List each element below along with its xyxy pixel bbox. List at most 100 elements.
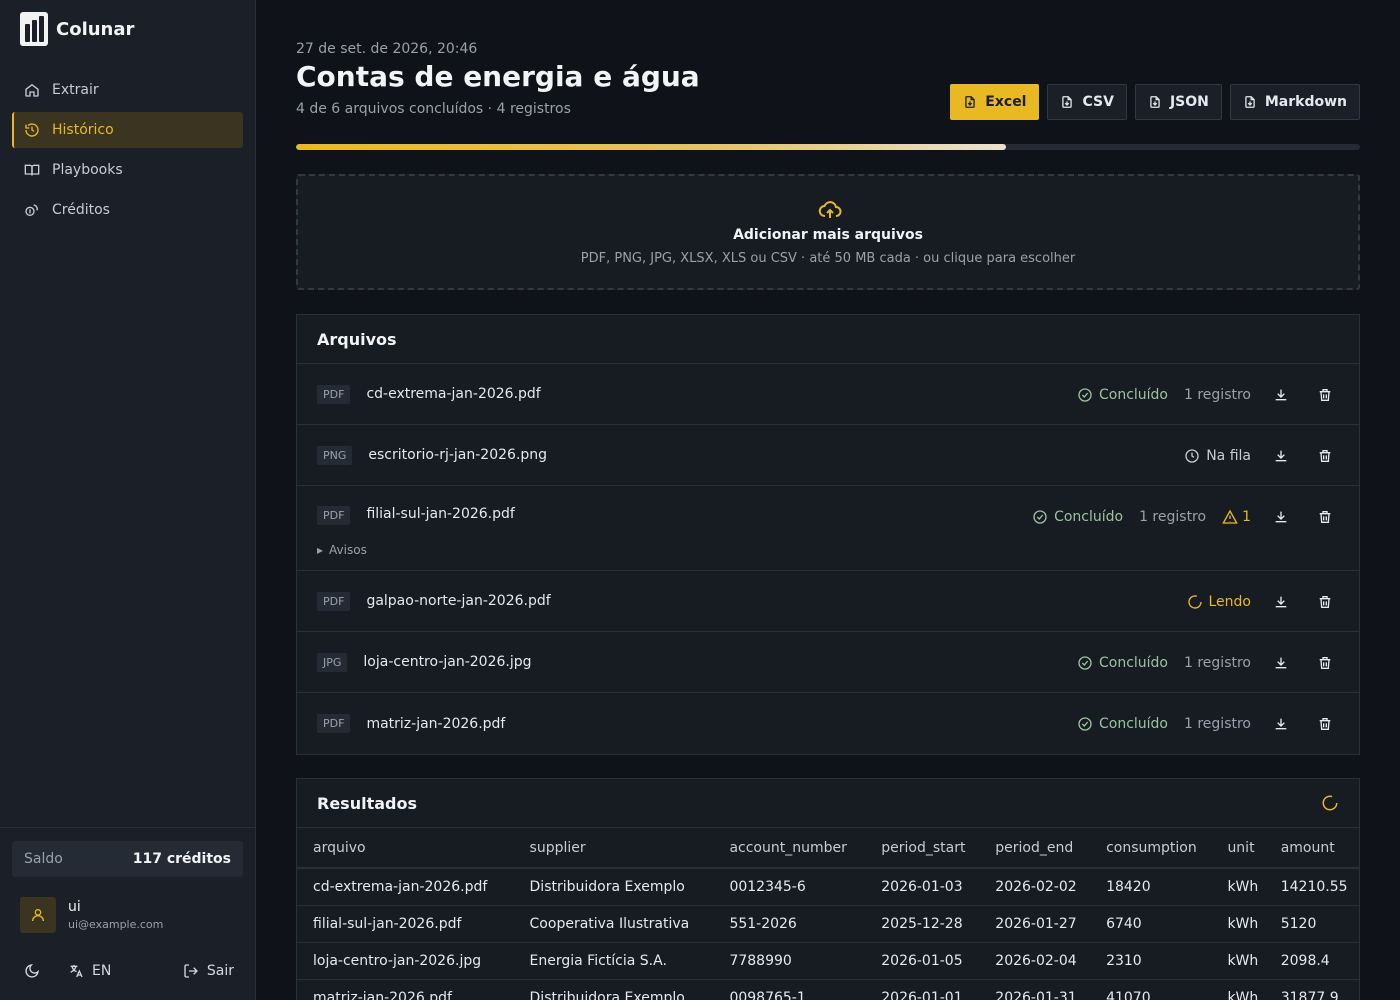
logout-icon [184,964,198,978]
download-file-button[interactable] [1267,442,1295,470]
trash-icon [1317,655,1333,671]
file-actions: Lendo [1187,571,1340,632]
table-cell: 2026-01-31 [979,979,1091,1000]
export-excel-label: Excel [985,94,1027,110]
table-row: loja-centro-jan-2026.jpg Energia Fictícia… [297,942,1359,980]
table-cell: 6740 [1090,905,1212,943]
file-row: PNG escritorio-rj-jan-2026.png Na fila [297,425,1359,486]
delete-file-button[interactable] [1311,649,1339,677]
batch-summary: 4 de 6 arquivos concluídos · 4 registros [296,101,571,117]
table-row: matriz-jan-2026.pdf Distribuidora Exemplo… [297,979,1359,1000]
table-cell: 2026-01-27 [979,905,1091,943]
table-cell: 2098.4 [1264,942,1359,980]
file-status-label: Concluído [1098,386,1168,403]
check-circle-icon [1077,655,1093,671]
balance[interactable]: Saldo 117 créditos [12,841,243,877]
column-header[interactable]: unit [1211,828,1265,869]
table-cell: 41070 [1090,979,1212,1000]
user-icon [32,909,44,922]
sidebar-item-creditos[interactable]: Créditos [12,192,243,228]
batch-progress-fill [296,144,1006,150]
page-title: Contas de energia e água [296,60,700,93]
moon-icon[interactable] [24,963,40,979]
file-actions: Concluído 1 registro [1077,632,1339,693]
avatar [20,897,56,933]
export-markdown-button[interactable]: Markdown [1229,84,1360,120]
files-panel-header: Arquivos [297,315,1359,364]
file-status-label: Concluído [1098,715,1168,732]
table-cell: 2310 [1090,942,1212,980]
table-cell: 5120 [1264,905,1359,943]
file-status: Concluído [1032,509,1123,525]
table-cell: cd-extrema-jan-2026.pdf [297,868,514,906]
file-type-badge: PDF [317,506,351,525]
translate-icon [70,965,83,978]
upload-dropzone[interactable]: Adicionar mais arquivos PDF, PNG, JPG, X… [296,174,1360,290]
warnings-disclosure[interactable]: ▸ Avisos [317,543,367,557]
sidebar-item-playbooks[interactable]: Playbooks [12,152,243,188]
delete-file-button[interactable] [1311,588,1339,616]
column-header[interactable]: period_end [979,828,1091,869]
column-header[interactable]: period_start [865,828,980,869]
file-actions: Concluído 1 registro [1077,364,1339,425]
brand-name: Colunar [56,18,135,40]
delete-file-button[interactable] [1311,503,1339,531]
column-header[interactable]: amount [1264,828,1359,869]
file-row: PDF matriz-jan-2026.pdf Concluído 1 registr… [297,693,1359,754]
language-toggle[interactable]: EN [68,963,111,979]
table-cell: 551-2026 [713,905,866,943]
download-file-button[interactable] [1267,710,1295,738]
column-header[interactable]: arquivo [297,828,514,869]
column-header[interactable]: supplier [513,828,714,869]
download-file-button[interactable] [1267,381,1295,409]
delete-file-button[interactable] [1311,710,1339,738]
logout-button[interactable]: Sair [183,963,234,979]
files-panel: Arquivos PDF cd-extrema-jan-2026.pdf Concl… [296,314,1360,755]
file-row: JPG loja-centro-jan-2026.jpg Concluído 1 re… [297,632,1359,693]
download-file-button[interactable] [1267,588,1295,616]
clock-icon [1184,448,1200,464]
download-icon [1273,448,1289,464]
file-name: escritorio-rj-jan-2026.png [368,447,548,463]
download-icon [1273,716,1289,732]
results-table: arquivo supplier account_number period_star… [297,828,1359,1000]
file-row: PDF cd-extrema-jan-2026.pdf Concluído 1 reg… [297,364,1359,425]
sidebar-item-extrair[interactable]: Extrair [12,72,243,108]
download-icon [1273,387,1289,403]
column-header[interactable]: account_number [713,828,866,869]
file-actions: Concluído 1 registro 1 [1032,486,1339,547]
table-cell: 2026-02-02 [979,868,1091,906]
brand[interactable]: Colunar [20,12,134,46]
table-cell: kWh [1211,979,1265,1000]
loading-spinner-icon [1187,594,1203,610]
delete-file-button[interactable] [1311,442,1339,470]
file-record-count: 1 registro [1184,715,1251,732]
user-name: ui [68,899,81,915]
batch-progress-bar [296,144,1360,150]
delete-file-button[interactable] [1311,381,1339,409]
export-markdown-label: Markdown [1264,94,1347,110]
export-json-button[interactable]: JSON [1134,84,1222,120]
file-warning-count[interactable]: 1 [1222,509,1251,525]
loading-spinner-icon [1322,795,1338,811]
trash-icon [1317,594,1333,610]
column-header[interactable]: consumption [1090,828,1212,869]
table-cell: filial-sul-jan-2026.pdf [297,905,514,943]
export-csv-label: CSV [1082,94,1114,110]
file-status: Concluído [1077,387,1168,403]
balance-label: Saldo [24,851,63,867]
export-csv-button[interactable]: CSV [1047,84,1127,120]
download-file-button[interactable] [1267,649,1295,677]
download-file-button[interactable] [1267,503,1295,531]
trash-icon [1317,387,1333,403]
sidebar-item-historico[interactable]: Histórico [12,112,243,148]
export-excel-button[interactable]: Excel [950,84,1040,120]
language-label: EN [92,963,112,979]
history-icon [25,123,39,137]
download-icon [1273,594,1289,610]
cloud-upload-icon [818,201,842,218]
file-list: PDF cd-extrema-jan-2026.pdf Concluído 1 reg… [297,364,1359,754]
file-name: loja-centro-jan-2026.jpg [363,654,532,670]
table-cell: 2026-01-05 [865,942,980,980]
results-header-row: arquivo supplier account_number period_star… [297,828,1359,869]
